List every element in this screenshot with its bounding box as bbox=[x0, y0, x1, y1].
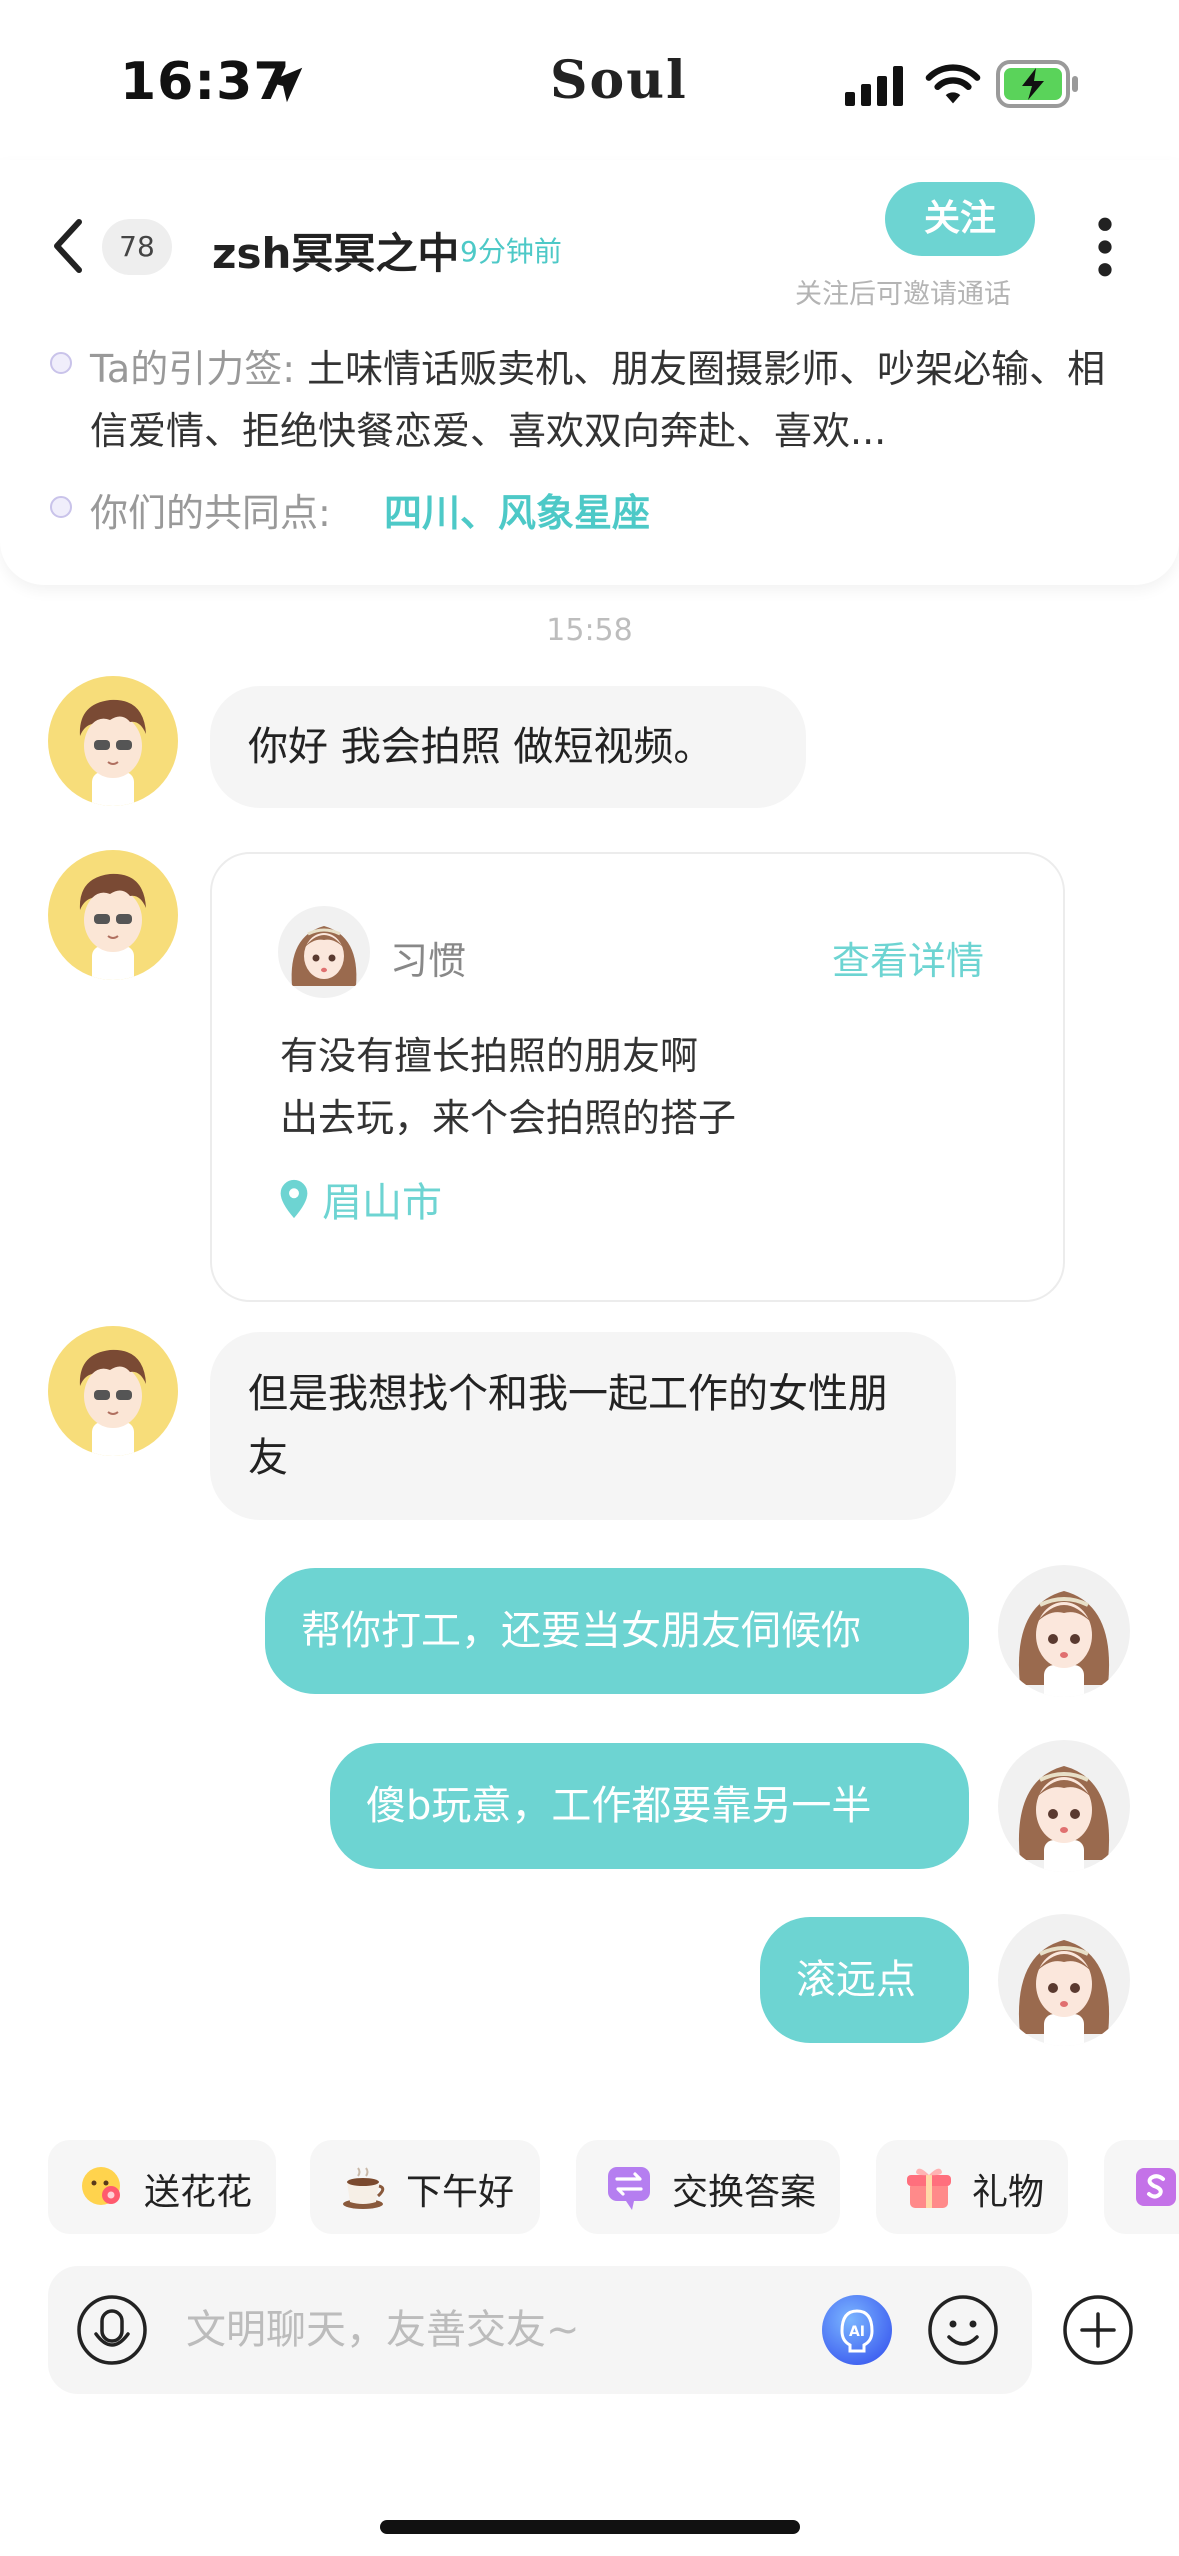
chat-username[interactable]: zsh冥冥之中 bbox=[212, 220, 459, 281]
boy-avatar-icon bbox=[79, 699, 146, 806]
follow-hint-text: 关注后可邀请通话 bbox=[795, 279, 1011, 310]
battery-charging-icon bbox=[996, 60, 1078, 108]
quick-exchange-answers[interactable]: 交换答案 bbox=[576, 2140, 840, 2234]
coffee-icon bbox=[343, 2167, 385, 2209]
message-input[interactable] bbox=[186, 2296, 786, 2364]
incoming-message[interactable]: 但是我想找个和我一起工作的女性朋友 bbox=[210, 1332, 956, 1520]
girl-avatar-icon bbox=[291, 926, 357, 986]
chip-label: 交换答案 bbox=[672, 2172, 817, 2213]
my-avatar[interactable] bbox=[998, 1740, 1130, 1872]
plus-icon[interactable] bbox=[1062, 2294, 1134, 2366]
attraction-tags-label: Ta的引力签: bbox=[90, 347, 296, 391]
quick-good-afternoon[interactable]: 下午好 bbox=[310, 2140, 540, 2234]
gift-icon bbox=[907, 2168, 951, 2208]
location-pin-icon bbox=[280, 1179, 308, 1219]
ai-assistant-icon[interactable]: AI bbox=[820, 2293, 894, 2367]
wifi-icon bbox=[925, 64, 981, 104]
emoji-icon[interactable] bbox=[926, 2293, 1000, 2367]
boy-avatar-icon bbox=[79, 1349, 146, 1456]
chip-label: 送花花 bbox=[144, 2172, 253, 2213]
last-active-time: 9分钟前 bbox=[460, 235, 562, 268]
location-arrow-icon bbox=[267, 67, 303, 103]
common-points-value: 四川、风象星座 bbox=[384, 491, 651, 535]
my-avatar[interactable] bbox=[998, 1565, 1130, 1697]
quick-soul-coin[interactable] bbox=[1104, 2140, 1179, 2234]
voice-input-icon[interactable] bbox=[76, 2294, 148, 2366]
post-text-line: 出去玩，来个会拍照的搭子 bbox=[280, 1096, 737, 1140]
outgoing-message[interactable]: 傻b玩意，工作都要靠另一半 bbox=[330, 1743, 969, 1869]
sender-avatar[interactable] bbox=[48, 850, 178, 980]
post-text-line: 有没有擅长拍照的朋友啊 bbox=[280, 1034, 699, 1078]
boy-avatar-icon bbox=[79, 873, 146, 980]
post-author-name: 习惯 bbox=[390, 939, 467, 983]
chip-label: 下午好 bbox=[406, 2172, 515, 2213]
back-arrow-icon[interactable] bbox=[48, 216, 90, 276]
common-bullet bbox=[50, 496, 72, 518]
quick-send-flower[interactable]: 送花花 bbox=[48, 2140, 276, 2234]
chip-label: 礼物 bbox=[972, 2172, 1045, 2213]
status-app-label: Soul bbox=[550, 50, 688, 111]
soul-coin-icon bbox=[1136, 2168, 1176, 2206]
sender-avatar[interactable] bbox=[48, 676, 178, 806]
common-points-label: 你们的共同点: bbox=[90, 491, 331, 535]
cellular-signal-icon bbox=[845, 66, 903, 106]
attraction-tags[interactable]: Ta的引力签: 土味情话贩卖机、朋友圈摄影师、吵架必输、相信爱情、拒绝快餐恋爱、… bbox=[90, 338, 1110, 462]
girl-avatar-icon bbox=[1018, 1766, 1110, 1872]
more-options-icon[interactable] bbox=[1090, 216, 1120, 278]
follow-button[interactable]: 关注 bbox=[885, 182, 1035, 256]
sender-avatar[interactable] bbox=[48, 1326, 178, 1456]
unread-count-badge[interactable]: 78 bbox=[102, 219, 172, 275]
exchange-icon bbox=[608, 2167, 650, 2210]
my-avatar[interactable] bbox=[998, 1914, 1130, 2046]
outgoing-message[interactable]: 帮你打工，还要当女朋友伺候你 bbox=[265, 1568, 969, 1694]
svg-text:AI: AI bbox=[849, 2324, 865, 2340]
post-location[interactable]: 眉山市 bbox=[322, 1170, 442, 1228]
outgoing-message[interactable]: 滚远点 bbox=[760, 1917, 969, 2043]
flower-emoji-icon bbox=[82, 2167, 120, 2205]
incoming-message[interactable]: 你好 我会拍照 做短视频。 bbox=[210, 686, 806, 808]
chat-timestamp: 15:58 bbox=[546, 613, 633, 648]
view-details-link[interactable]: 查看详情 bbox=[832, 930, 984, 985]
girl-avatar-icon bbox=[1018, 1940, 1110, 2046]
home-indicator bbox=[380, 2520, 800, 2534]
post-author-avatar bbox=[278, 906, 370, 998]
girl-avatar-icon bbox=[1018, 1591, 1110, 1697]
tags-bullet bbox=[50, 352, 72, 374]
quick-gift[interactable]: 礼物 bbox=[876, 2140, 1068, 2234]
